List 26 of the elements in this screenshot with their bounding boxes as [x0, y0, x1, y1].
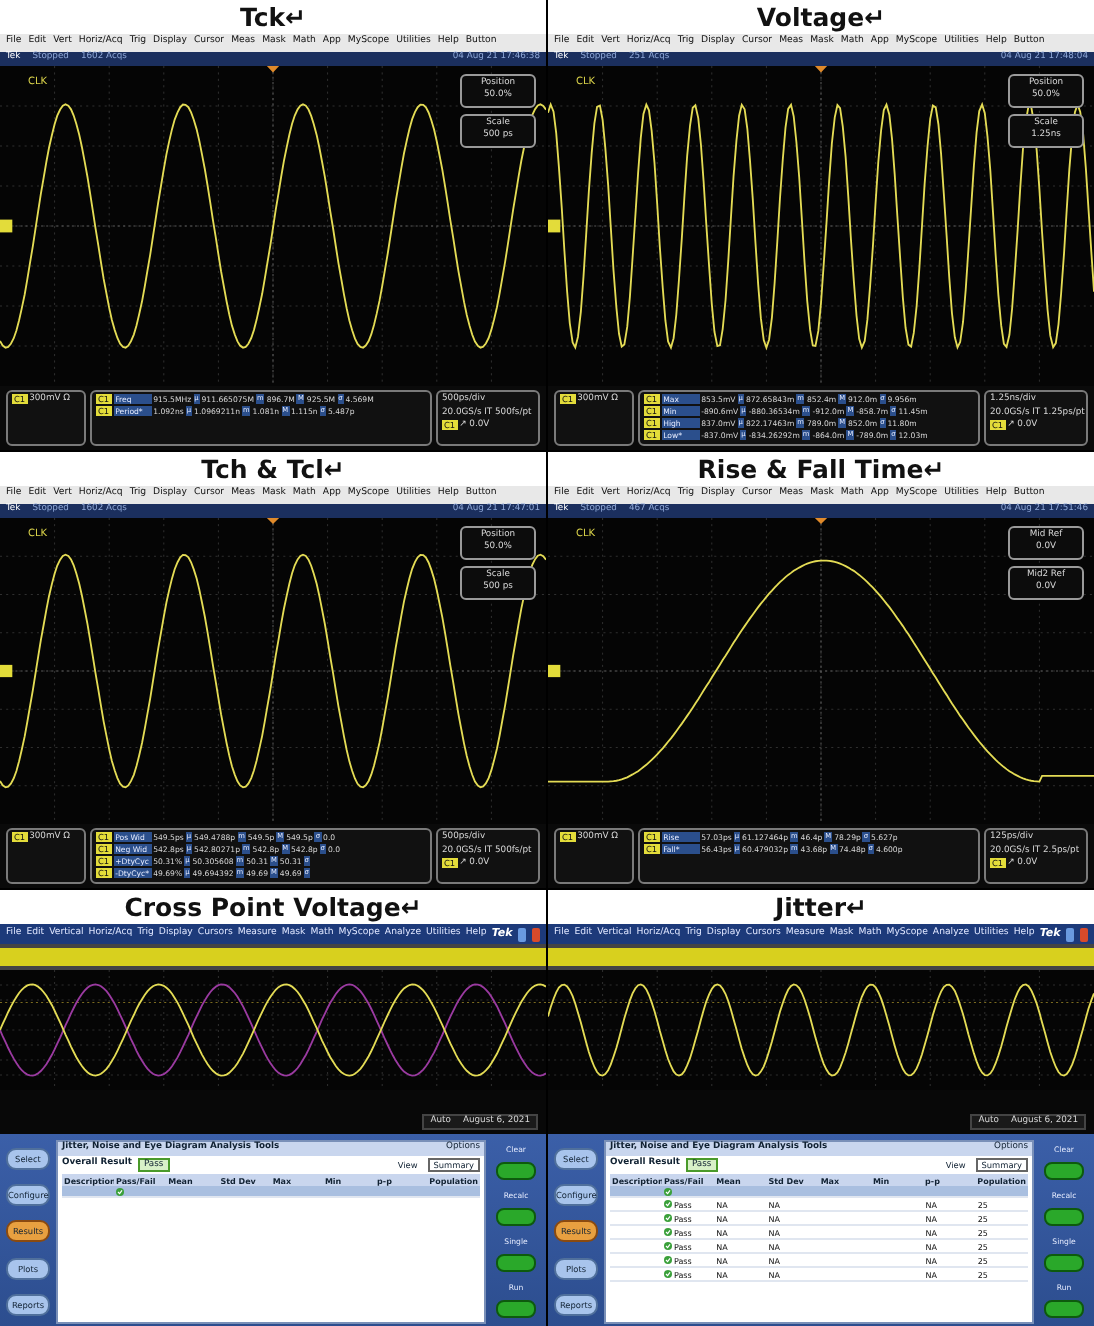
check-icon: [664, 1200, 672, 1208]
action-button[interactable]: [1044, 1254, 1084, 1273]
table-row[interactable]: [62, 1186, 480, 1198]
action-button[interactable]: [496, 1300, 536, 1319]
channel-marker-icon[interactable]: [0, 219, 13, 233]
close-icon[interactable]: [1079, 927, 1088, 941]
check-icon: [664, 1270, 672, 1278]
action-button[interactable]: [496, 1208, 536, 1227]
minimize-icon[interactable]: [517, 927, 527, 941]
channel-marker-icon[interactable]: [548, 219, 561, 233]
check-icon: [664, 1214, 672, 1222]
close-icon[interactable]: [531, 927, 540, 941]
action-button[interactable]: [1044, 1300, 1084, 1319]
minimize-icon[interactable]: [1065, 927, 1075, 941]
check-icon: [664, 1256, 672, 1264]
action-button[interactable]: [496, 1254, 536, 1273]
table-row[interactable]: [610, 1186, 1028, 1198]
action-button[interactable]: [1044, 1208, 1084, 1227]
check-icon: [664, 1242, 672, 1250]
channel-marker-icon[interactable]: [0, 664, 13, 678]
check-icon: [664, 1187, 672, 1195]
action-button[interactable]: [496, 1162, 536, 1181]
check-icon: [116, 1187, 124, 1195]
channel-marker-icon[interactable]: [548, 664, 561, 678]
check-icon: [664, 1228, 672, 1236]
action-button[interactable]: [1044, 1162, 1084, 1181]
